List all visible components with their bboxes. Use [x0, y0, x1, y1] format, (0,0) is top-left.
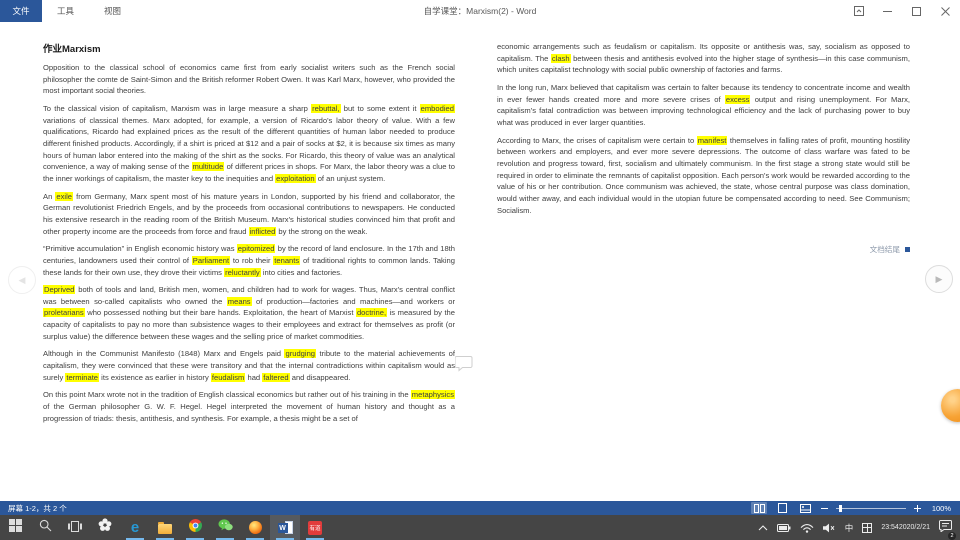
paragraph: In the long run, Marx believed that capi… — [497, 82, 910, 127]
windows-logo-icon — [8, 518, 22, 537]
tools-menu[interactable]: 工具 — [42, 0, 89, 22]
document-canvas: 作业Marxism Opposition to the classical sc… — [0, 22, 960, 501]
paragraph: An exile from Germany, Marx spent most o… — [43, 191, 455, 236]
highlighted-text: multitude — [191, 162, 225, 172]
highlighted-text: terminate — [65, 372, 100, 382]
search-button[interactable] — [30, 515, 60, 540]
comment-bubble-icon[interactable] — [454, 355, 474, 377]
edge-app-button[interactable]: e — [120, 515, 150, 540]
highlighted-text: inflicted — [248, 226, 277, 236]
clock-date: 2020/2/21 — [898, 523, 930, 531]
paragraph: Although in the Communist Manifesto (184… — [43, 349, 455, 382]
file-explorer-button[interactable] — [150, 515, 180, 540]
highlighted-text: Deprived — [43, 285, 76, 295]
volume-muted-icon[interactable] — [822, 523, 836, 533]
paragraph: “Primitive accumulation” in English econ… — [43, 244, 456, 277]
right-column: economic arrangements such as feudalism … — [497, 41, 910, 430]
word-status-bar: 屏幕 1-2，共 2 个 100% — [0, 501, 960, 515]
floating-assistant-ball-icon[interactable] — [941, 389, 960, 422]
highlighted-text: excess — [724, 94, 751, 104]
task-view-icon — [68, 519, 82, 537]
zoom-percentage[interactable]: 100% — [929, 504, 951, 513]
web-layout-view-button[interactable] — [797, 502, 813, 514]
highlighted-text: grudging — [284, 349, 317, 359]
left-column: 作业Marxism Opposition to the classical sc… — [43, 41, 455, 430]
zoom-slider[interactable] — [836, 504, 906, 512]
highlighted-text: doctrine, — [355, 308, 388, 318]
highlighted-text: clash — [550, 53, 571, 63]
word-app-button[interactable]: W — [270, 515, 300, 540]
minimize-icon[interactable] — [873, 0, 902, 22]
edge-icon: e — [130, 519, 140, 536]
chrome-app-button[interactable] — [180, 515, 210, 540]
windows-taskbar: e W 有道 中 23:54 2020/2/21 2 — [0, 515, 960, 540]
youdao-dict-icon: 有道 — [308, 520, 322, 535]
word-title-bar: 文件 工具 视图 自学课堂：Marxism(2) - Word — [0, 0, 960, 22]
document-end-marker: 文档结尾 — [497, 244, 910, 255]
task-view-button[interactable] — [60, 515, 90, 540]
paragraph: Opposition to the classical school of ec… — [43, 63, 455, 96]
clock-time: 23:54 — [881, 523, 899, 531]
firefox-app-button[interactable] — [240, 515, 270, 540]
word-icon: W — [277, 521, 293, 534]
highlighted-text: embodied — [419, 103, 455, 113]
start-button[interactable] — [0, 515, 30, 540]
paragraph: According to Marx, the crises of capital… — [497, 135, 910, 215]
pinwheel-app-button[interactable] — [90, 515, 120, 540]
previous-screen-button[interactable]: ◀ — [8, 266, 36, 294]
screen-count-status[interactable]: 屏幕 1-2，共 2 个 — [0, 503, 67, 514]
highlighted-text: metaphysics — [410, 390, 455, 400]
paragraph: To the classical vision of capitalism, M… — [43, 103, 456, 183]
highlighted-text: tenants — [273, 255, 301, 265]
window-controls — [844, 0, 960, 22]
wechat-app-button[interactable] — [210, 515, 240, 540]
highlighted-text: rebuttal, — [311, 103, 341, 113]
close-icon[interactable] — [931, 0, 960, 22]
paragraph: Deprived both of tools and land, British… — [43, 285, 456, 341]
highlighted-text: Parliament — [191, 255, 231, 265]
end-of-document-label: 文档结尾 — [869, 245, 900, 255]
file-menu-button[interactable]: 文件 — [0, 0, 42, 22]
next-screen-button[interactable]: ▶ — [925, 265, 953, 293]
highlighted-text: exploitation — [275, 173, 316, 183]
wechat-icon — [218, 518, 233, 537]
paragraph: On this point Marx wrote not in the trad… — [43, 390, 455, 423]
highlighted-text: manifest — [696, 135, 728, 145]
highlighted-text: faltered — [262, 372, 290, 382]
highlighted-text: feudalism — [210, 372, 246, 382]
search-icon — [39, 519, 52, 537]
highlighted-text: reluctantly — [224, 267, 261, 277]
file-explorer-icon — [158, 521, 172, 534]
zoom-slider-thumb[interactable] — [839, 504, 842, 512]
highlighted-text: epitomized — [236, 244, 276, 254]
wifi-icon[interactable] — [800, 523, 814, 533]
window-title: 自学课堂：Marxism(2) - Word — [423, 6, 537, 16]
input-language-indicator[interactable]: 中 — [845, 522, 854, 534]
maximize-icon[interactable] — [902, 0, 931, 22]
read-mode-view-button[interactable] — [751, 502, 767, 514]
ime-mode-icon[interactable] — [862, 522, 873, 533]
auto-hide-ribbon-icon[interactable] — [844, 0, 873, 22]
pinwheel-app-icon — [98, 518, 112, 537]
end-of-document-icon — [905, 247, 910, 253]
battery-icon[interactable] — [776, 523, 791, 532]
document-heading: 作业Marxism — [43, 44, 101, 55]
zoom-in-button[interactable] — [913, 504, 922, 513]
paragraph: economic arrangements such as feudalism … — [497, 42, 910, 75]
print-layout-view-button[interactable] — [774, 502, 790, 514]
chrome-icon — [188, 518, 202, 537]
zoom-out-button[interactable] — [820, 504, 829, 513]
highlighted-text: proletarians — [43, 308, 85, 318]
action-center-button[interactable]: 2 — [939, 519, 956, 540]
highlighted-text: exile — [55, 191, 73, 201]
hidden-icons-chevron-icon[interactable] — [758, 524, 768, 531]
firefox-icon — [248, 521, 262, 534]
taskbar-clock[interactable]: 23:54 2020/2/21 — [881, 524, 930, 532]
highlighted-text: means — [226, 296, 252, 306]
system-tray: 中 23:54 2020/2/21 2 — [758, 515, 960, 540]
notification-count-badge: 2 — [948, 531, 956, 540]
youdao-dict-button[interactable]: 有道 — [300, 515, 330, 540]
view-menu[interactable]: 视图 — [89, 0, 136, 22]
